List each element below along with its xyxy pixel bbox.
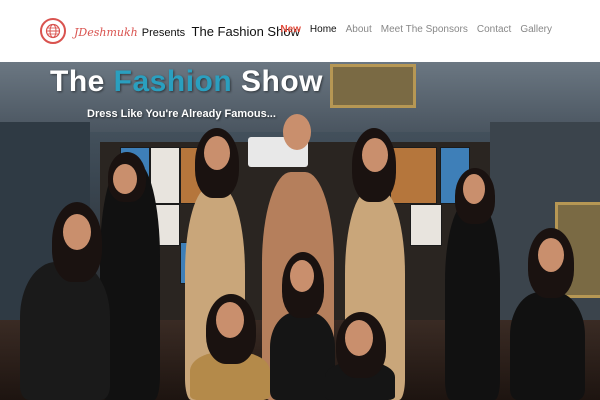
nav-item-gallery[interactable]: Gallery (520, 24, 552, 35)
model-face (538, 238, 564, 272)
main-nav: New Home About Meet The Sponsors Contact… (280, 24, 552, 35)
model-face (345, 320, 373, 356)
nav-item-about[interactable]: About (346, 24, 372, 35)
brand-title: Presents The Fashion Show (142, 24, 300, 39)
model-figure (20, 262, 110, 400)
model-figure (445, 202, 500, 400)
model-face (204, 136, 230, 170)
brand-presents: Presents (141, 26, 186, 39)
cabinet-panel (390, 147, 437, 204)
nav-item-new[interactable]: New (280, 24, 301, 35)
brand[interactable]: JDeshmukh Presents The Fashion Show (40, 16, 300, 46)
model-face (290, 260, 314, 292)
hero-title-part2: Show (232, 65, 324, 98)
model-face (463, 174, 485, 204)
nav-item-meet-the-sponsors[interactable]: Meet The Sponsors (381, 24, 468, 35)
model-face (362, 138, 388, 172)
brand-script-name: JDeshmukh (74, 25, 138, 39)
model-face (216, 302, 244, 338)
hero-subtitle: Dress Like You're Already Famous... (87, 108, 276, 120)
cabinet-panel (410, 204, 442, 246)
nav-item-contact[interactable]: Contact (477, 24, 511, 35)
model-figure (510, 292, 585, 400)
hero-title-part1: The (50, 65, 114, 98)
hero-banner: The Fashion Show Dress Like You're Alrea… (0, 62, 600, 400)
site-header: JDeshmukh Presents The Fashion Show New … (0, 0, 600, 62)
model-face (113, 164, 137, 194)
globe-icon (40, 18, 66, 44)
hero-title-accent: Fashion (113, 65, 233, 98)
model-face (63, 214, 91, 250)
cabinet-panel (150, 147, 180, 204)
nav-item-home[interactable]: Home (310, 24, 337, 35)
model-face (283, 114, 311, 150)
hero-title: The Fashion Show (50, 65, 323, 99)
wall-painting (330, 64, 416, 108)
brand-text: JDeshmukh Presents The Fashion Show (74, 24, 300, 39)
